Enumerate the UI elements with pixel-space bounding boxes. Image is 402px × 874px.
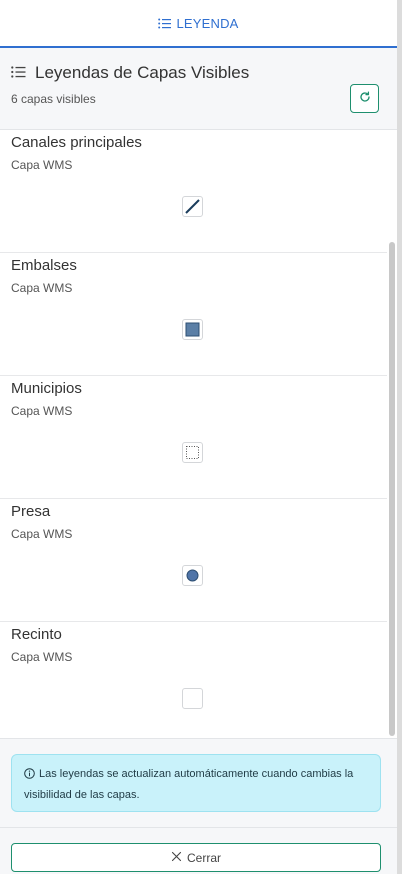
close-icon [171,851,182,865]
layer-name: Presa [11,503,51,520]
header-title-text: Leyendas de Capas Visibles [35,63,250,82]
close-button[interactable]: Cerrar [11,843,381,872]
footer: Cerrar [0,828,397,874]
info-alert: Las leyendas se actualizan automáticamen… [11,754,381,812]
layer-name: Municipios [11,380,82,397]
layer-name: Canales principales [11,134,142,151]
legend-item-canales: Canales principales Capa WMS [0,130,387,253]
layer-type: Capa WMS [11,158,73,172]
legend-tabbar: LEYENDA [0,0,397,48]
empty-symbol-icon [182,688,203,709]
layer-type: Capa WMS [11,650,73,664]
refresh-button[interactable] [350,84,379,113]
legend-item-recinto: Recinto Capa WMS [0,622,387,738]
legend-item-municipios: Municipios Capa WMS [0,376,387,499]
close-button-label: Cerrar [186,850,221,865]
info-section: Las leyendas se actualizan automáticamen… [0,738,397,828]
scrollbar-thumb[interactable] [389,242,395,736]
legend-list[interactable]: Canales principales Capa WMS Embalses Ca… [0,130,397,738]
list-icon [158,18,172,29]
tab-leyenda[interactable]: LEYENDA [158,16,238,31]
visible-layer-count: 6 capas visibles [11,92,96,106]
legend-header: Leyendas de Capas Visibles 6 capas visib… [0,48,397,130]
dotted-outline-symbol-icon [182,442,203,463]
square-fill-symbol-icon [182,319,203,340]
layer-name: Embalses [11,257,77,274]
refresh-icon [359,90,371,108]
line-symbol-icon [182,196,203,217]
page-title: Leyendas de Capas Visibles [11,63,249,83]
layer-name: Recinto [11,626,62,643]
circle-symbol-icon [182,565,203,586]
info-icon [24,768,39,780]
legend-item-embalses: Embalses Capa WMS [0,253,387,376]
layer-type: Capa WMS [11,527,73,541]
info-text: Las leyendas se actualizan automáticamen… [24,768,354,801]
legend-item-presa: Presa Capa WMS [0,499,387,622]
layer-type: Capa WMS [11,281,73,295]
layer-type: Capa WMS [11,404,73,418]
tab-label: LEYENDA [176,15,239,31]
list-icon [11,63,26,83]
panel-edge [397,0,402,874]
